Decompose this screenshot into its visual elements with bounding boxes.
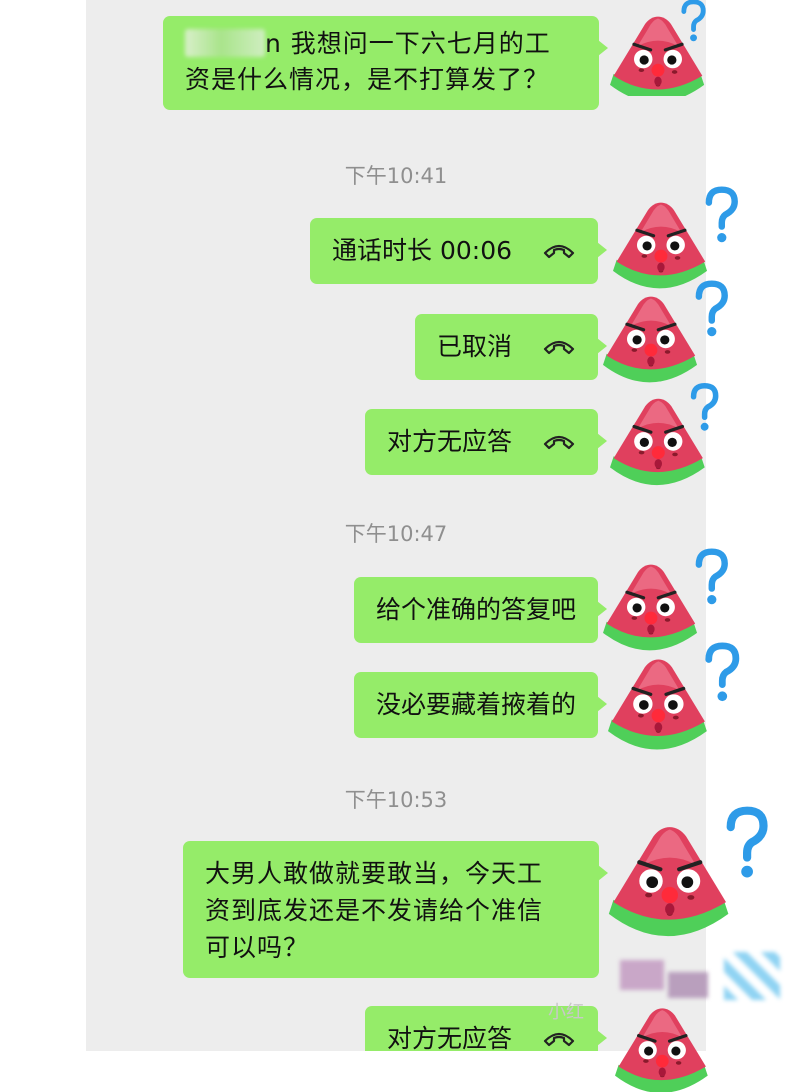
watermelon-question-avatar-icon[interactable]	[588, 280, 736, 398]
message-text: 给个准确的答复吧	[375, 595, 576, 624]
blurred-watermark	[724, 952, 780, 1000]
watermark-text: 小红	[548, 1002, 584, 1023]
message-line: 资到底发还是不发请给个准信	[205, 896, 544, 925]
watermelon-question-avatar-icon[interactable]	[596, 382, 728, 486]
message-bubble[interactable]: 给个准确的答复吧	[353, 577, 608, 643]
message-line: 可以吗？	[205, 933, 310, 962]
voice-call-bubble[interactable]: 通话时长 00:06	[310, 218, 607, 284]
message-line: 资是什么情况，是不打算发了？	[185, 65, 550, 94]
watermelon-question-avatar-icon[interactable]	[600, 992, 730, 1092]
voice-call-bubble[interactable]: 对方无应答	[365, 409, 607, 475]
phone-icon	[543, 1032, 575, 1047]
phone-icon	[543, 244, 575, 259]
call-record-text: 通话时长 00:06	[332, 236, 513, 265]
watermelon-question-avatar-icon[interactable]	[592, 642, 748, 766]
message-line: 大男人敢做就要敢当，今天工	[205, 859, 544, 888]
call-record-text: 对方无应答	[387, 1024, 513, 1051]
message-text: 没必要藏着掖着的	[375, 690, 576, 719]
phone-icon	[543, 435, 575, 450]
message-line: n 我想问一下六七月的工	[185, 26, 577, 62]
voice-call-bubble[interactable]: 已取消	[415, 314, 607, 380]
redacted-name	[185, 28, 265, 57]
watermelon-question-avatar-icon[interactable]	[590, 806, 780, 956]
timestamp: 下午10:47	[344, 522, 448, 546]
watermelon-question-avatar-icon[interactable]	[596, 0, 720, 96]
message-bubble[interactable]: 没必要藏着掖着的	[353, 672, 608, 738]
phone-icon	[543, 340, 575, 355]
message-bubble[interactable]: 大男人敢做就要敢当，今天工 资到底发还是不发请给个准信 可以吗？	[183, 841, 608, 978]
blurred-watermark	[668, 972, 708, 998]
call-record-text: 对方无应答	[387, 427, 513, 456]
blurred-watermark	[620, 960, 664, 990]
message-bubble[interactable]: n 我想问一下六七月的工 资是什么情况，是不打算发了？	[163, 16, 608, 110]
call-record-text: 已取消	[437, 332, 513, 361]
